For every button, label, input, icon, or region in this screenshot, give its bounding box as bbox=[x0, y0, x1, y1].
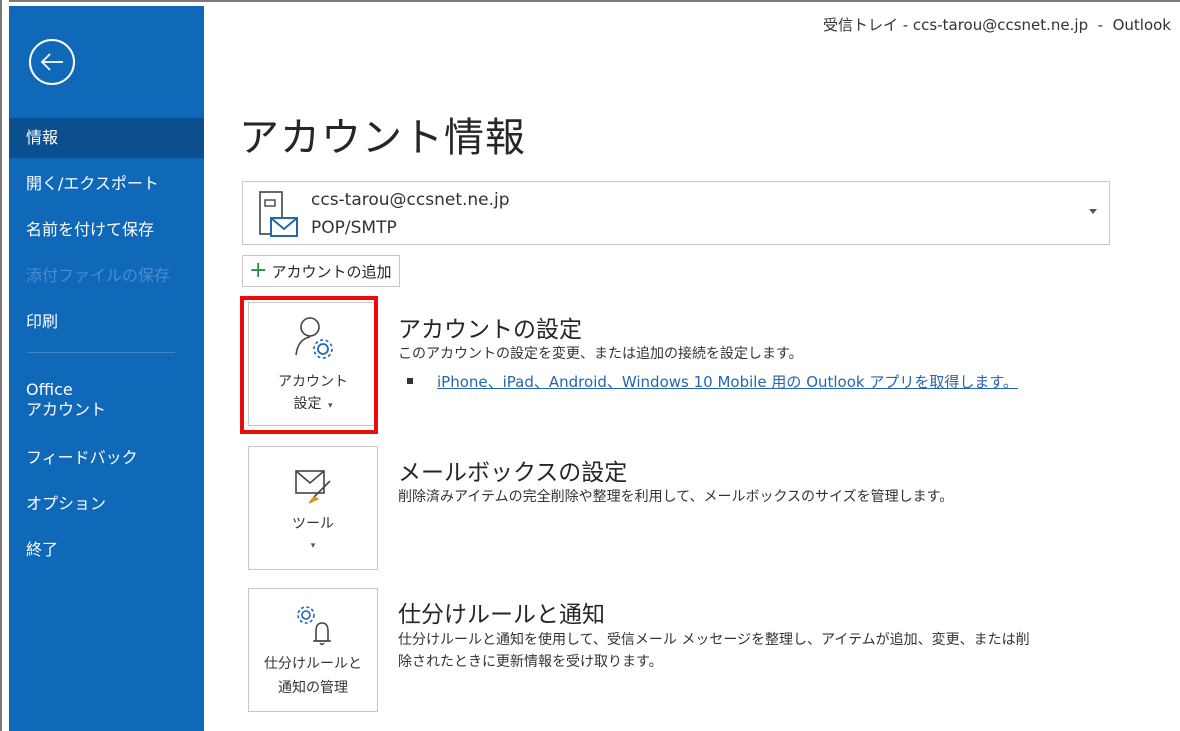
sidebar-item-print[interactable]: 印刷 bbox=[9, 302, 204, 342]
account-email: ccs-tarou@ccsnet.ne.jp bbox=[311, 190, 510, 210]
tile-label: ツール bbox=[292, 516, 334, 532]
account-mailbox-icon bbox=[259, 191, 298, 237]
section-description: 仕分けルールと通知を使用して、受信メール メッセージを整理し、アイテムが追加、変… bbox=[398, 632, 1030, 648]
get-outlook-app-link[interactable]: iPhone、iPad、Android、Windows 10 Mobile 用の… bbox=[437, 371, 1018, 392]
sidebar-item-exit[interactable]: 終了 bbox=[9, 530, 204, 570]
sidebar-item-feedback[interactable]: フィードバック bbox=[9, 438, 204, 478]
add-account-button[interactable]: + アカウントの追加 bbox=[242, 255, 401, 287]
sidebar-divider bbox=[27, 352, 175, 353]
rules-alerts-icon bbox=[297, 606, 331, 646]
tile-label: 仕分けルールと bbox=[264, 656, 362, 672]
mailbox-cleanup-icon bbox=[295, 470, 331, 504]
sidebar-item-open-export[interactable]: 開く/エクスポート bbox=[9, 164, 204, 204]
chevron-down-icon bbox=[1089, 209, 1097, 214]
tools-button[interactable]: ツール ▾ bbox=[248, 446, 378, 570]
section-description: 除されたときに更新情報を受け取ります。 bbox=[398, 654, 663, 670]
chevron-down-icon: ▾ bbox=[310, 541, 316, 551]
sidebar-item-save-as[interactable]: 名前を付けて保存 bbox=[9, 210, 204, 250]
sidebar-item-label: アカウント bbox=[26, 400, 107, 419]
bullet bbox=[407, 378, 413, 384]
sidebar-item-office-account[interactable]: Office アカウント bbox=[9, 378, 204, 424]
sidebar-item-options[interactable]: オプション bbox=[9, 484, 204, 524]
sidebar-item-info[interactable]: 情報 bbox=[9, 118, 204, 158]
window-frame-left bbox=[0, 0, 9, 731]
manage-rules-alerts-button[interactable]: 仕分けルールと 通知の管理 bbox=[248, 588, 378, 712]
backstage-sidebar: 情報 開く/エクスポート 名前を付けて保存 添付ファイルの保存 印刷 Offic… bbox=[9, 6, 204, 731]
section-title-rules-alerts: 仕分けルールと通知 bbox=[398, 602, 605, 628]
section-description: このアカウントの設定を変更、または追加の接続を設定します。 bbox=[398, 346, 803, 362]
section-title-account-settings: アカウントの設定 bbox=[398, 317, 582, 343]
plus-icon: + bbox=[249, 258, 268, 283]
back-button[interactable] bbox=[29, 39, 75, 85]
add-account-label: アカウントの追加 bbox=[271, 262, 392, 281]
window-title: 受信トレイ - ccs-tarou@ccsnet.ne.jp - Outlook bbox=[822, 16, 1171, 34]
page-title: アカウント情報 bbox=[239, 115, 526, 161]
highlight-box bbox=[240, 296, 378, 434]
section-title-mailbox-settings: メールボックスの設定 bbox=[398, 460, 628, 486]
back-arrow-icon bbox=[40, 53, 63, 71]
sidebar-item-save-attachments: 添付ファイルの保存 bbox=[26, 266, 171, 285]
account-selector-dropdown[interactable]: ccs-tarou@ccsnet.ne.jp POP/SMTP bbox=[242, 181, 1110, 245]
sidebar-item-label: Office bbox=[26, 380, 73, 399]
account-type: POP/SMTP bbox=[311, 218, 397, 238]
tile-label: 通知の管理 bbox=[278, 680, 348, 696]
section-description: 削除済みアイテムの完全削除や整理を利用して、メールボックスのサイズを管理します。 bbox=[398, 489, 954, 505]
